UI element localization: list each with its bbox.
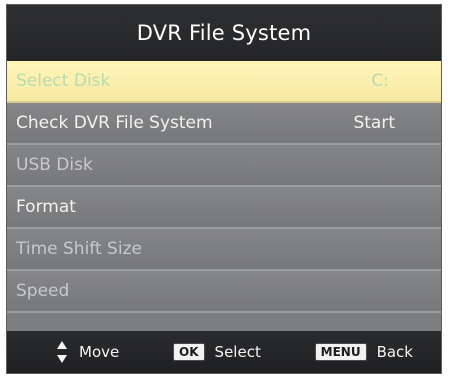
menu-item-label: Check DVR File System bbox=[16, 113, 213, 133]
menu-item-time-shift-size[interactable]: Time Shift Size bbox=[7, 229, 441, 271]
menu-item-label: Select Disk bbox=[16, 71, 111, 91]
menu-item-value: Start bbox=[353, 113, 395, 133]
dvr-file-system-dialog: DVR File System Select Disk C: Check DVR… bbox=[6, 4, 442, 374]
menu-item-label: Speed bbox=[16, 281, 70, 301]
menu-item-check-dvr-file-system[interactable]: Check DVR File System Start bbox=[7, 103, 441, 145]
menu-item-label: Format bbox=[16, 197, 76, 217]
back-label: Back bbox=[376, 343, 413, 361]
select-hint: OK Select bbox=[173, 343, 261, 361]
menu-item-label: Time Shift Size bbox=[16, 239, 142, 259]
help-footer: Move OK Select MENU Back bbox=[7, 331, 441, 373]
menu-item-usb-disk[interactable]: USB Disk bbox=[7, 145, 441, 187]
up-down-arrow-icon bbox=[55, 341, 69, 363]
dialog-title: DVR File System bbox=[7, 5, 441, 61]
menu-key-icon: MENU bbox=[314, 343, 367, 361]
move-label: Move bbox=[79, 343, 120, 361]
ok-key-icon: OK bbox=[173, 343, 205, 361]
menu-item-speed[interactable]: Speed bbox=[7, 271, 441, 313]
menu-item-label: USB Disk bbox=[16, 155, 93, 175]
back-hint: MENU Back bbox=[314, 343, 413, 361]
select-label: Select bbox=[214, 343, 261, 361]
dvr-menu: Select Disk C: Check DVR File System Sta… bbox=[7, 61, 441, 313]
menu-item-select-disk[interactable]: Select Disk C: bbox=[7, 61, 441, 103]
menu-item-value: C: bbox=[371, 71, 389, 91]
menu-item-format[interactable]: Format bbox=[7, 187, 441, 229]
move-hint: Move bbox=[55, 341, 119, 363]
